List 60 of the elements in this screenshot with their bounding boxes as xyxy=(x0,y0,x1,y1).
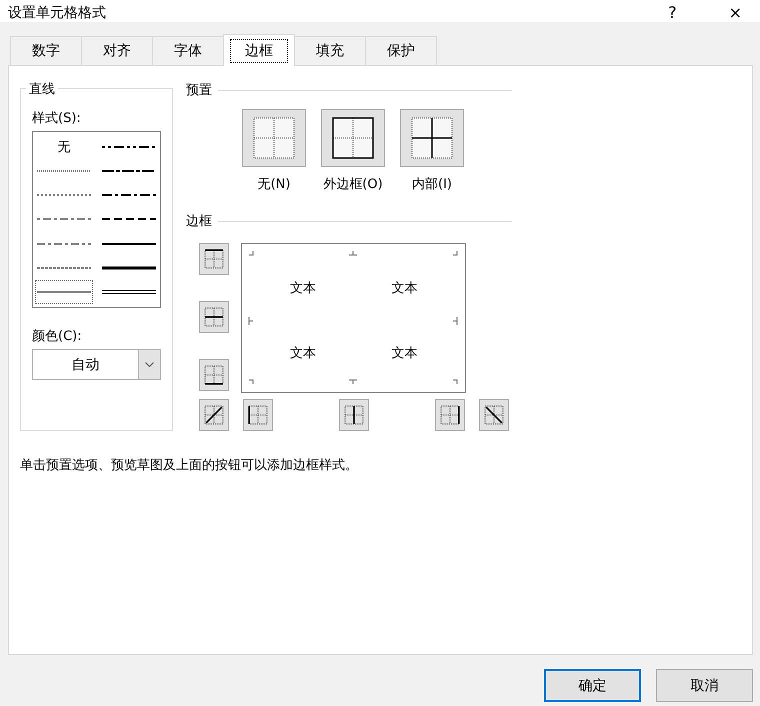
field-label: 样式(S): xyxy=(32,110,82,127)
preview-text: 文本 xyxy=(290,280,316,297)
border-button[interactable] xyxy=(243,399,273,431)
line-sample-icon xyxy=(102,193,156,198)
line-style-option[interactable]: 无 xyxy=(35,135,93,160)
border-button[interactable] xyxy=(199,243,229,275)
line-sample-icon xyxy=(37,290,91,294)
field-label: 颜色(C): xyxy=(32,328,83,345)
line-sample-icon xyxy=(102,288,156,295)
border-grid-icon xyxy=(332,117,374,159)
border-button[interactable] xyxy=(435,399,465,431)
border-grid-icon xyxy=(248,405,268,425)
border-button[interactable] xyxy=(339,399,369,431)
section-title: 预置 xyxy=(186,82,212,99)
line-sample-icon xyxy=(37,193,91,198)
line-sample-icon xyxy=(37,242,91,246)
border-grid-icon xyxy=(440,405,460,425)
tab[interactable]: 保护 xyxy=(365,36,437,65)
border-grid-icon xyxy=(204,307,224,327)
dialog-button[interactable]: 取消 xyxy=(656,669,753,702)
dialog-button[interactable]: 确定 xyxy=(544,669,641,702)
border-grid-icon xyxy=(484,405,504,425)
border-grid-icon xyxy=(411,117,453,159)
border-grid-icon xyxy=(253,117,295,159)
tab[interactable]: 边框 xyxy=(223,34,295,66)
border-preview[interactable]: 文本 文本 文本 文本 xyxy=(241,243,466,393)
line-sample-icon xyxy=(37,217,91,222)
border-grid-icon xyxy=(344,405,364,425)
preview-text: 文本 xyxy=(290,345,316,362)
line-sample-icon xyxy=(102,145,156,150)
preset-label: 无(N) xyxy=(258,176,290,193)
help-button[interactable]: ? xyxy=(660,4,685,22)
preview-text: 文本 xyxy=(391,345,418,362)
preset-button[interactable] xyxy=(321,109,385,167)
hint-text: 单击预置选项、预览草图及上面的按钮可以添加边框样式。 xyxy=(20,457,359,474)
line-sample-icon xyxy=(102,266,156,270)
tab[interactable]: 数字 xyxy=(10,36,82,65)
border-button[interactable] xyxy=(479,399,509,431)
border-button[interactable] xyxy=(199,359,229,391)
line-sample-icon xyxy=(102,242,156,246)
preview-text: 文本 xyxy=(391,280,418,297)
line-sample-icon xyxy=(102,217,156,222)
close-button[interactable]: × xyxy=(720,4,750,22)
border-grid-icon xyxy=(204,365,224,385)
line-sample-icon xyxy=(102,169,156,174)
border-button[interactable] xyxy=(199,399,229,431)
line-sample-icon xyxy=(37,266,91,270)
line-style-option[interactable] xyxy=(35,280,93,304)
border-grid-icon xyxy=(204,249,224,269)
preset-label: 外边框(O) xyxy=(323,176,383,193)
border-grid-icon xyxy=(204,405,224,425)
window-title: 设置单元格格式 xyxy=(8,4,106,22)
line-sample-icon xyxy=(37,169,91,174)
section-title: 边框 xyxy=(186,213,212,230)
color-dropdown[interactable]: 自动 xyxy=(32,349,161,380)
preset-button[interactable] xyxy=(400,109,464,167)
border-button[interactable] xyxy=(199,301,229,333)
chevron-down-icon xyxy=(145,362,154,367)
preset-button[interactable] xyxy=(242,109,306,167)
preset-label: 内部(I) xyxy=(412,176,452,193)
